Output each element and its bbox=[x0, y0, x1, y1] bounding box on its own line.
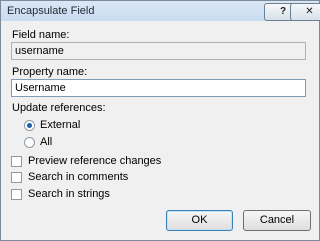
checkbox-search-in-comments[interactable]: Search in comments bbox=[11, 171, 128, 183]
checkbox-icon[interactable] bbox=[11, 171, 22, 183]
update-references-label: Update references: bbox=[12, 102, 106, 114]
checkbox-label: Search in comments bbox=[28, 171, 129, 183]
field-name-label: Field name: bbox=[12, 29, 70, 41]
checkbox-search-in-strings[interactable]: Search in strings bbox=[11, 188, 110, 200]
property-name-input[interactable] bbox=[11, 79, 306, 97]
checkbox-label: Search in strings bbox=[28, 188, 110, 200]
radio-all[interactable]: All bbox=[24, 136, 52, 148]
ok-button[interactable]: OK bbox=[166, 210, 233, 231]
radio-external-label: External bbox=[40, 119, 81, 131]
dialog-title: Encapsulate Field bbox=[7, 5, 95, 17]
property-name-label: Property name: bbox=[12, 66, 88, 78]
title-bar: Encapsulate Field ? ✕ bbox=[1, 1, 320, 21]
radio-checked-icon[interactable] bbox=[24, 119, 35, 131]
cancel-button[interactable]: Cancel bbox=[243, 210, 311, 231]
field-name-input bbox=[11, 42, 306, 60]
checkbox-preview-reference-changes[interactable]: Preview reference changes bbox=[11, 155, 161, 167]
radio-all-label: All bbox=[40, 136, 53, 148]
radio-external[interactable]: External bbox=[24, 119, 80, 131]
checkbox-label: Preview reference changes bbox=[28, 155, 162, 167]
checkbox-icon[interactable] bbox=[11, 188, 22, 200]
encapsulate-field-dialog: Encapsulate Field ? ✕ Field name: Proper… bbox=[0, 0, 320, 241]
radio-unchecked-icon[interactable] bbox=[24, 136, 35, 148]
checkbox-icon[interactable] bbox=[11, 155, 22, 167]
close-button[interactable]: ✕ bbox=[290, 3, 320, 21]
